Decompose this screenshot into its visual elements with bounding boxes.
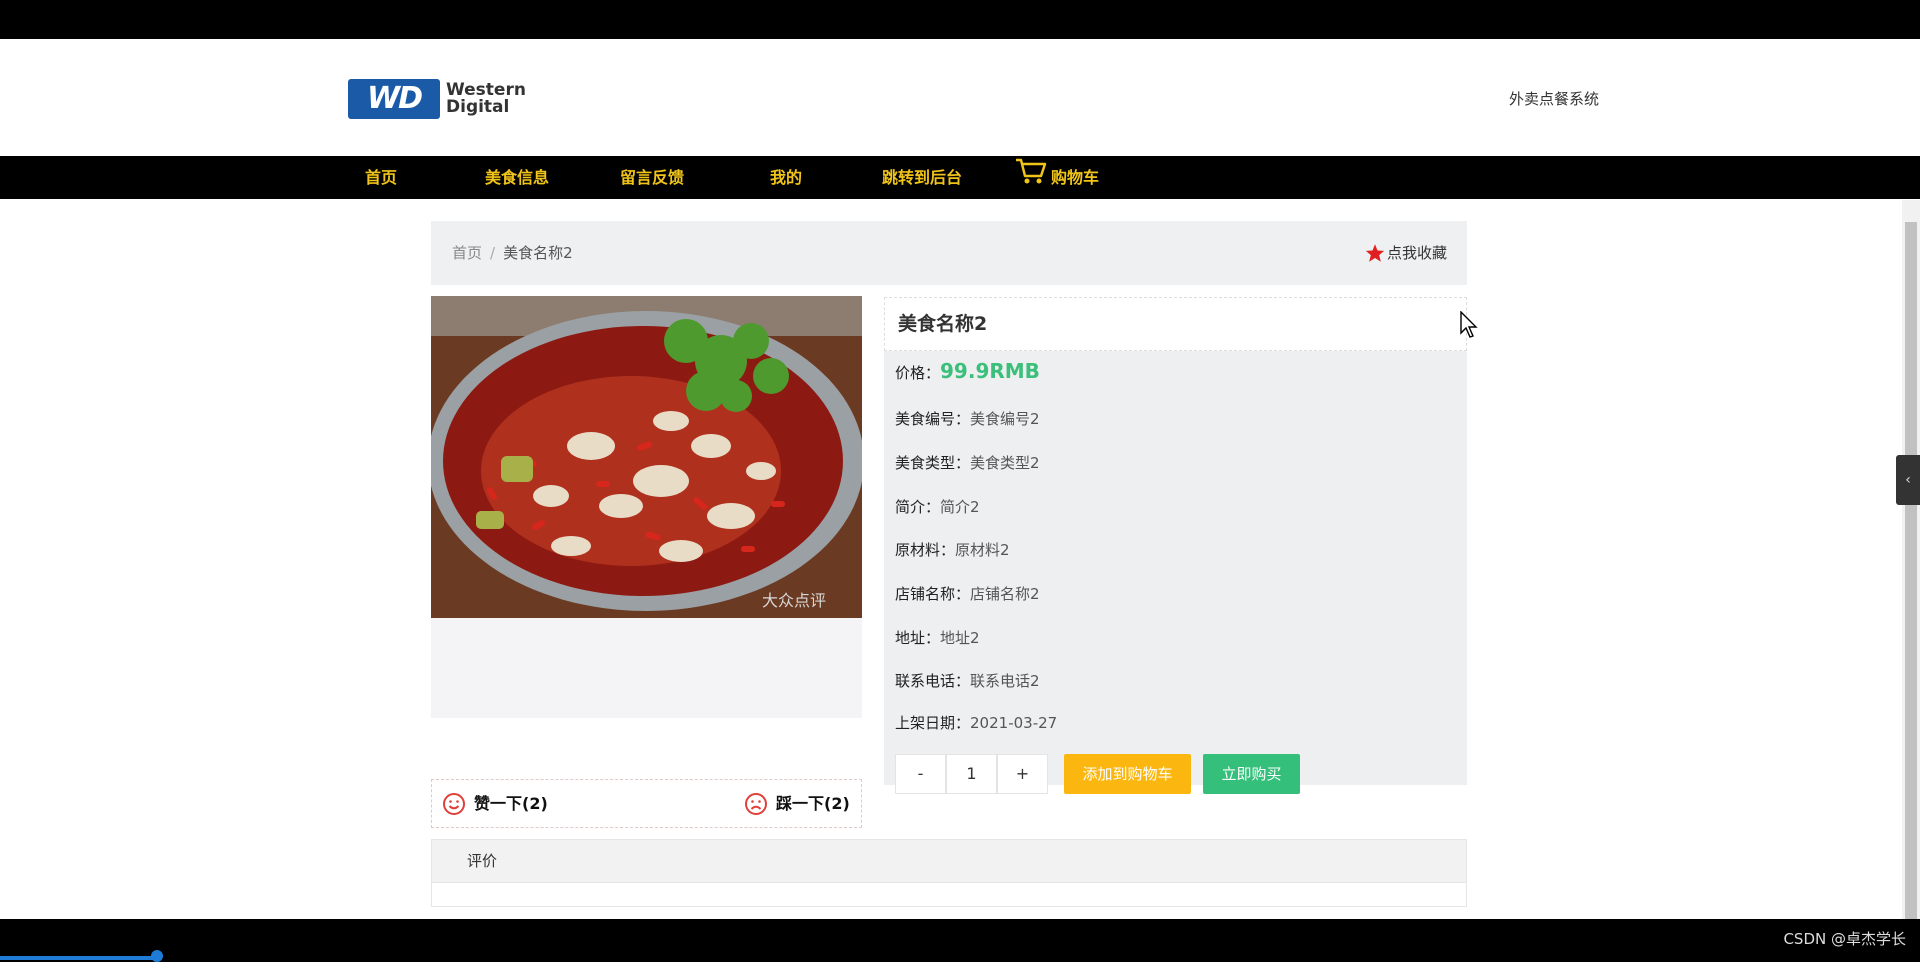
dislike-button[interactable]: 踩一下(2) [744, 780, 850, 827]
csdn-watermark: CSDN @卓杰学长 [1783, 930, 1906, 948]
quantity-minus-button[interactable]: - [895, 754, 946, 794]
progress-handle[interactable] [151, 950, 163, 962]
nav-item-feedback[interactable]: 留言反馈 [620, 156, 684, 199]
like-button[interactable]: 赞一下(2) [442, 780, 548, 827]
field-value: 原材料2 [955, 541, 1010, 559]
field-key: 地址： [895, 629, 941, 647]
field-value: 2021-03-27 [970, 714, 1058, 732]
field-value: 简介2 [940, 498, 980, 516]
field-row: 联系电话：联系电话2 [895, 670, 1040, 691]
field-key: 美食编号： [895, 410, 971, 428]
frown-icon [745, 792, 767, 815]
nav-cart-label: 购物车 [1051, 168, 1100, 187]
nav-item-admin[interactable]: 跳转到后台 [882, 156, 962, 199]
screen-frame: WD Western Digital 外卖点餐系统 首页 美食信息 留言反馈 我… [0, 0, 1920, 962]
logo-mark: WD [348, 79, 440, 119]
field-key: 原材料： [895, 541, 956, 559]
food-info-panel: 价格：99.9RMB 美食编号：美食编号2 美食类型：美食类型2 简介：简介2 … [884, 351, 1467, 794]
field-value: 美食类型2 [970, 454, 1040, 472]
field-row: 简介：简介2 [895, 496, 980, 517]
field-key: 店铺名称： [895, 585, 971, 603]
nav-item-mine[interactable]: 我的 [770, 156, 802, 199]
field-row: 美食类型：美食类型2 [895, 452, 1040, 473]
field-value: 联系电话2 [970, 672, 1040, 690]
food-image-panel: 大众点评 [431, 296, 862, 718]
system-name: 外卖点餐系统 [1509, 90, 1600, 108]
price-value: 99.9RMB [940, 359, 1040, 383]
page-scrollbar[interactable] [1902, 200, 1920, 919]
field-value: 店铺名称2 [970, 585, 1040, 603]
logo-text: Western Digital [446, 82, 526, 116]
food-image: 大众点评 [431, 296, 862, 618]
nav-item-cart[interactable]: 购物车 [1015, 156, 1099, 199]
field-row: 美食编号：美食编号2 [895, 408, 1040, 429]
nav-item-home[interactable]: 首页 [365, 156, 397, 199]
breadcrumb-current: 美食名称2 [503, 244, 573, 262]
site-logo[interactable]: WD Western Digital [348, 79, 526, 119]
review-title: 评价 [432, 840, 1466, 883]
quantity-input[interactable]: 1 [946, 754, 997, 794]
add-to-cart-button[interactable]: 添加到购物车 [1064, 754, 1191, 794]
food-title-box: 美食名称2 [884, 297, 1467, 351]
field-row: 地址：地址2 [895, 627, 980, 648]
field-row: 店铺名称：店铺名称2 [895, 583, 1040, 604]
main-nav: 首页 美食信息 留言反馈 我的 跳转到后台 购物车 [0, 156, 1920, 199]
sidebar-toggle-button[interactable]: ‹ [1896, 455, 1920, 505]
smile-icon [443, 792, 465, 815]
field-key: 联系电话： [895, 672, 971, 690]
like-label: 赞一下(2) [474, 794, 548, 813]
food-title: 美食名称2 [898, 313, 988, 335]
breadcrumb-bar: 首页 / 美食名称2 点我收藏 [431, 221, 1467, 285]
field-row: 原材料：原材料2 [895, 539, 1010, 560]
price-row: 价格：99.9RMB [895, 359, 1040, 383]
cart-icon [1015, 157, 1047, 201]
field-row: 上架日期：2021-03-27 [895, 712, 1057, 733]
dislike-label: 踩一下(2) [776, 794, 850, 813]
mouse-cursor-icon [1460, 310, 1480, 343]
breadcrumb-home[interactable]: 首页 [452, 244, 482, 262]
breadcrumb: 首页 / 美食名称2 [452, 221, 573, 285]
field-key: 上架日期： [895, 714, 971, 732]
field-key: 美食类型： [895, 454, 971, 472]
site-header: WD Western Digital 外卖点餐系统 [0, 39, 1920, 156]
progress-line [0, 956, 158, 960]
favorite-label: 点我收藏 [1386, 244, 1447, 262]
vote-bar: 赞一下(2) 踩一下(2) [431, 779, 862, 828]
scrollbar-thumb[interactable] [1905, 222, 1917, 919]
quantity-stepper: - 1 + [895, 754, 1048, 794]
quantity-plus-button[interactable]: + [997, 754, 1048, 794]
nav-item-food-info[interactable]: 美食信息 [485, 156, 549, 199]
image-watermark: 大众点评 [762, 591, 826, 610]
field-key: 简介： [895, 498, 941, 516]
logo-text-line2: Digital [446, 97, 510, 117]
buy-now-button[interactable]: 立即购买 [1203, 754, 1300, 794]
browser-page: WD Western Digital 外卖点餐系统 首页 美食信息 留言反馈 我… [0, 39, 1920, 919]
favorite-button[interactable]: 点我收藏 [1365, 221, 1447, 285]
field-value: 美食编号2 [970, 410, 1040, 428]
star-icon [1365, 244, 1385, 262]
price-label: 价格： [895, 364, 941, 382]
review-section: 评价 [431, 839, 1467, 907]
breadcrumb-separator: / [490, 244, 496, 262]
field-value: 地址2 [940, 629, 980, 647]
